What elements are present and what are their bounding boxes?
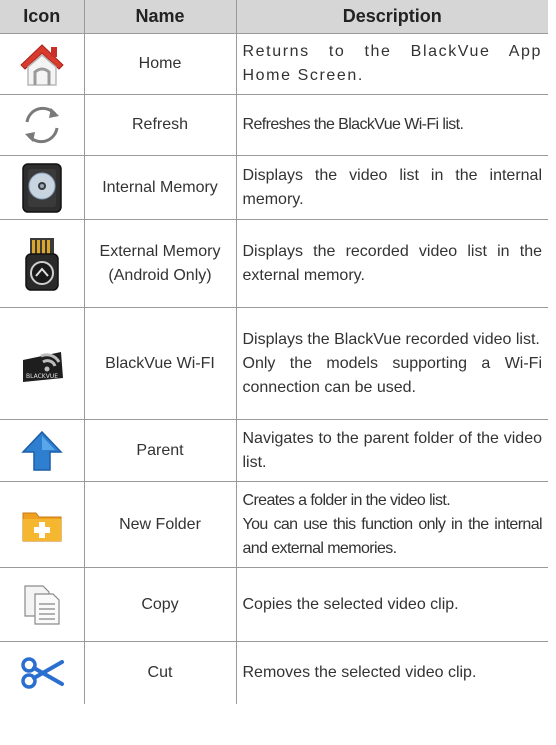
icon-reference-table: Icon Name Description Home Returns to th… <box>0 0 548 704</box>
table-row: Cut Removes the selected video clip. <box>0 641 548 704</box>
row-description: Removes the selected video clip. <box>242 664 477 681</box>
blackvue-wifi-icon: BLACKVUE <box>22 351 63 382</box>
copy-icon <box>24 584 60 625</box>
table-row: New Folder Creates a folder in the video… <box>0 481 548 568</box>
header-icon: Icon <box>0 0 84 34</box>
table-row: BLACKVUE BlackVue Wi-FI Displays the Bla… <box>0 307 548 420</box>
row-name: Parent <box>83 419 236 482</box>
row-name: Copy <box>83 567 236 642</box>
row-description: Creates a folder in the video list. <box>242 491 451 509</box>
table-row: Refresh Refreshes the BlackVue Wi-Fi lis… <box>0 94 548 156</box>
row-description: Displays the recorded video list in the … <box>242 242 543 284</box>
row-description: You can use this function only in the in… <box>242 515 543 557</box>
table-row: Home Returns to the BlackVue App Home Sc… <box>0 33 548 95</box>
blackvue-logo-text: BLACKVUE <box>26 373 58 380</box>
external-memory-icon <box>25 237 59 291</box>
row-name: Refresh <box>83 94 236 156</box>
header-name: Name <box>83 0 236 34</box>
table-header-row: Icon Name Description <box>0 0 548 34</box>
row-description: Navigates to the parent folder of the vi… <box>242 429 543 471</box>
parent-arrow-icon <box>21 430 63 471</box>
cut-icon <box>21 657 64 689</box>
row-description: Copies the selected video clip. <box>242 595 459 613</box>
header-description: Description <box>235 0 548 34</box>
internal-memory-icon <box>22 162 62 213</box>
row-name: Home <box>83 33 236 95</box>
row-description: Refreshes the BlackVue Wi-Fi list. <box>242 116 464 133</box>
table-row: External Memory (Android Only) Displays … <box>0 219 548 308</box>
home-icon <box>20 44 64 86</box>
table-row: Copy Copies the selected video clip. <box>0 567 548 642</box>
row-description: Returns to the BlackVue App Home Screen. <box>242 43 542 84</box>
row-name: External Memory (Android Only) <box>83 219 236 308</box>
row-name: New Folder <box>83 481 236 568</box>
refresh-icon <box>24 106 59 144</box>
new-folder-icon <box>22 512 62 541</box>
row-description: Only the models supporting a Wi-Fi conne… <box>242 354 543 396</box>
row-description: Displays the video list in the internal … <box>242 166 543 208</box>
row-name: BlackVue Wi-FI <box>83 307 236 420</box>
row-description: Displays the BlackVue recorded video lis… <box>242 330 540 348</box>
row-name: Cut <box>83 641 236 704</box>
row-name: Internal Memory <box>83 155 236 220</box>
table-row: Internal Memory Displays the video list … <box>0 155 548 220</box>
table-row: Parent Navigates to the parent folder of… <box>0 419 548 482</box>
